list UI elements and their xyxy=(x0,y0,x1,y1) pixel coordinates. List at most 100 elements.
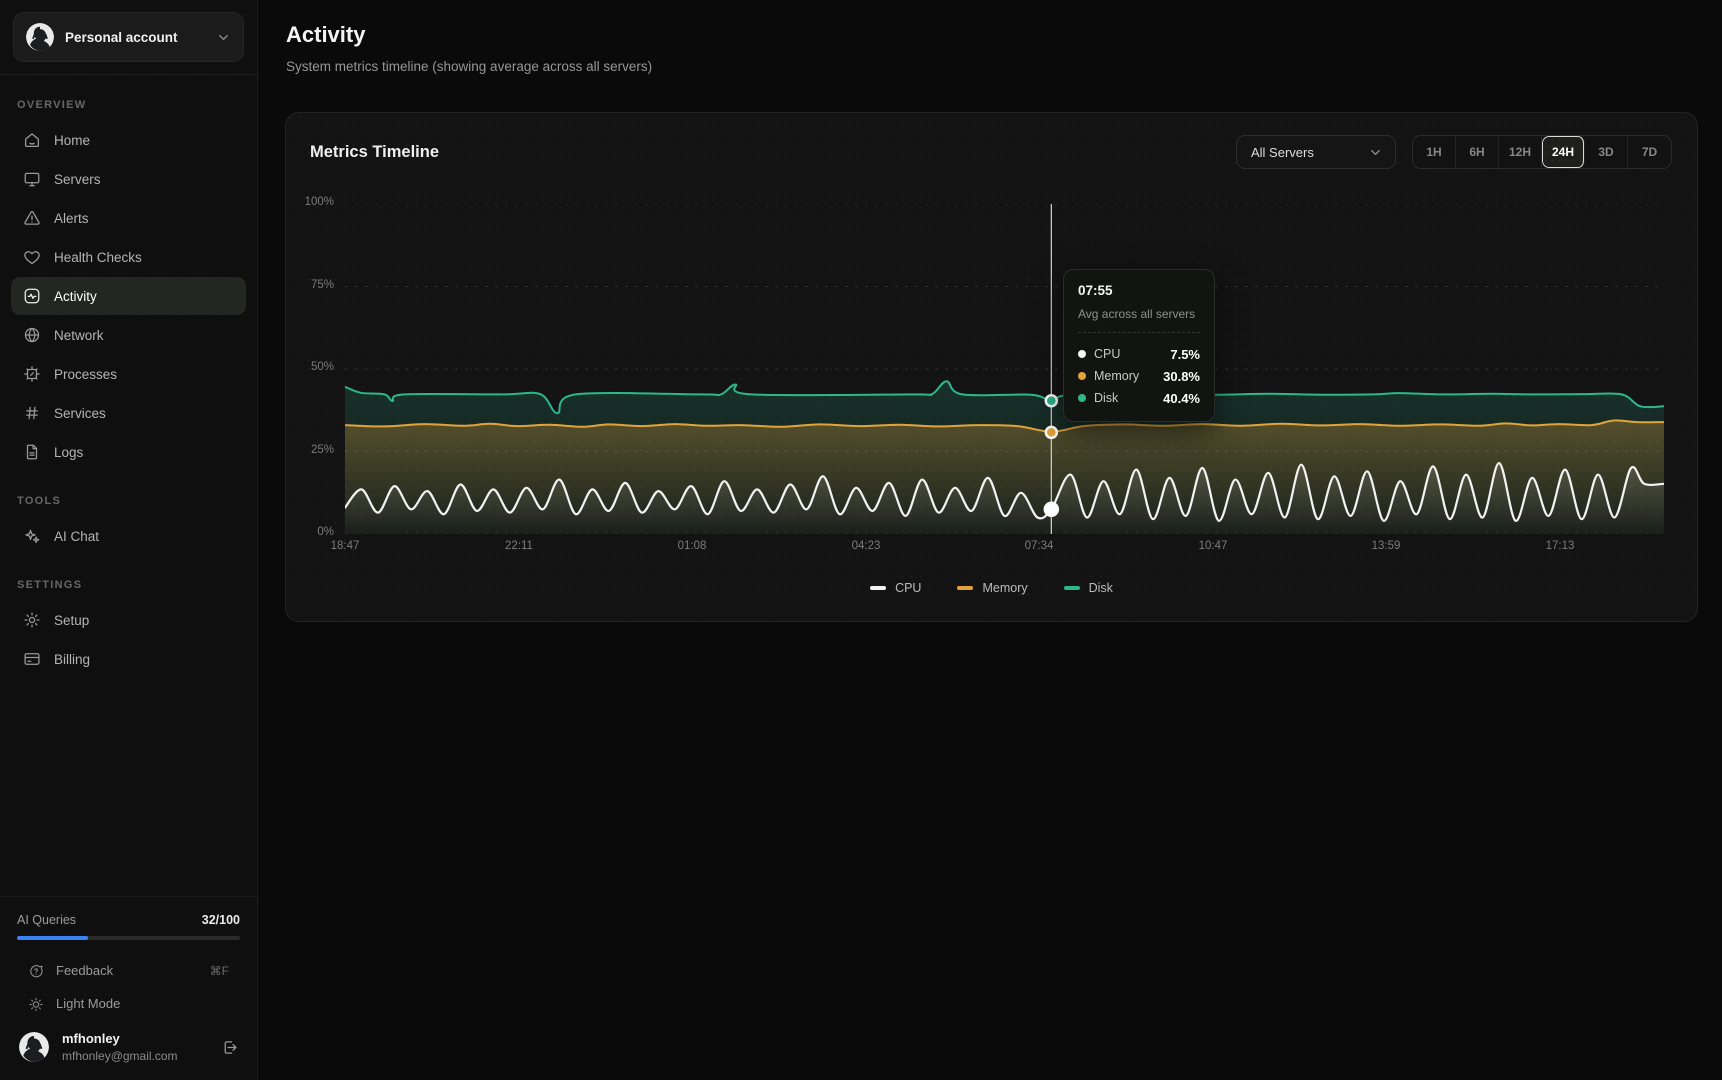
sun-icon xyxy=(28,996,44,1012)
footer-item-light-mode[interactable]: Light Mode xyxy=(17,987,240,1020)
x-tick-10:47: 10:47 xyxy=(1198,540,1228,552)
section-label-tools: TOOLS xyxy=(17,495,62,507)
legend-label: Memory xyxy=(982,581,1028,595)
sparkles-icon xyxy=(23,527,41,545)
sidebar-item-services[interactable]: Services xyxy=(11,394,246,432)
range-button-6h[interactable]: 6H xyxy=(1456,136,1499,168)
y-tick-25%: 25% xyxy=(310,444,334,456)
sidebar-item-label: Logs xyxy=(54,444,84,460)
ai-queries-progress-fill xyxy=(17,936,89,941)
range-button-12h[interactable]: 12H xyxy=(1499,136,1542,168)
sidebar-item-label: Network xyxy=(54,327,104,343)
metrics-timeline-card: Metrics Timeline All Servers 1H 6H 12H 24H 3… xyxy=(285,112,1698,622)
x-tick-22:11: 22:11 xyxy=(505,540,533,552)
section-label-overview: OVERVIEW xyxy=(17,99,87,111)
y-tick-50%: 50% xyxy=(310,361,334,373)
ai-queries-value: 32/100 xyxy=(201,913,240,928)
credit-card-icon xyxy=(23,650,41,668)
series-dot-icon xyxy=(1078,350,1086,358)
chart-tooltip: 07:55 Avg across all servers CPU 7.5% Memo… xyxy=(1063,269,1215,422)
x-tick-04:23: 04:23 xyxy=(851,540,881,552)
tooltip-row-memory: Memory 30.8% xyxy=(1078,365,1200,387)
card-controls: All Servers 1H 6H 12H 24H 3D 7D xyxy=(1236,135,1672,169)
account-avatar xyxy=(26,23,54,51)
sidebar-bottom: AI Queries 32/100 Feedback ⌘F Light Mode m… xyxy=(0,896,257,1080)
sidebar-item-label: Services xyxy=(54,405,106,421)
x-tick-01:08: 01:08 xyxy=(677,540,707,552)
footer-item-feedback[interactable]: Feedback ⌘F xyxy=(17,954,240,987)
footer-item-shortcut: ⌘F xyxy=(209,963,229,978)
range-button-7d[interactable]: 7D xyxy=(1628,136,1671,168)
tooltip-divider xyxy=(1078,332,1200,333)
sidebar-item-billing[interactable]: Billing xyxy=(11,640,246,678)
sidebar-item-network[interactable]: Network xyxy=(11,316,246,354)
sidebar-nav: OVERVIEW Home Servers Alerts Health Checks Ac… xyxy=(0,75,257,689)
hover-dot-disk xyxy=(1044,393,1059,408)
sidebar-item-processes[interactable]: Processes xyxy=(11,355,246,393)
activity-icon xyxy=(23,287,41,305)
legend-item-memory[interactable]: Memory xyxy=(957,581,1028,595)
main-content: Activity System metrics timeline (showin… xyxy=(258,0,1722,1080)
hover-dot-cpu xyxy=(1043,501,1060,518)
tooltip-time: 07:55 xyxy=(1078,283,1113,298)
sidebar-item-ai-chat[interactable]: AI Chat xyxy=(11,517,246,555)
user-avatar xyxy=(19,1032,49,1063)
metrics-chart[interactable]: 0% 25% 50% 75% 100% 18:47 22:11 01:08 04:23 07:34… xyxy=(286,196,1697,552)
sidebar: Personal account OVERVIEW Home Servers Aler… xyxy=(0,0,258,1080)
sidebar-item-setup[interactable]: Setup xyxy=(11,601,246,639)
ai-queries-label: AI Queries xyxy=(17,913,77,928)
legend-label: CPU xyxy=(895,581,922,595)
tooltip-series-value: 40.4% xyxy=(1163,390,1200,406)
hash-icon xyxy=(23,404,41,422)
account-name: Personal account xyxy=(65,29,178,45)
card-title: Metrics Timeline xyxy=(310,142,439,161)
y-tick-0%: 0% xyxy=(317,526,334,538)
tooltip-rows: CPU 7.5% Memory 30.8% Disk 40.4% xyxy=(1078,343,1200,409)
sidebar-item-label: Activity xyxy=(54,288,97,304)
heart-icon xyxy=(23,248,41,266)
account-switcher[interactable]: Personal account xyxy=(13,12,244,62)
sidebar-item-label: Setup xyxy=(54,612,90,628)
footer-item-label: Feedback xyxy=(56,963,114,979)
ai-queries-progress-track xyxy=(17,936,240,941)
legend-dash-icon xyxy=(957,586,974,590)
tooltip-series-label: CPU xyxy=(1094,347,1121,361)
range-button-24h[interactable]: 24H xyxy=(1542,136,1585,168)
globe-icon xyxy=(23,326,41,344)
monitor-icon xyxy=(23,170,41,188)
sidebar-item-activity[interactable]: Activity xyxy=(11,277,246,315)
file-text-icon xyxy=(23,443,41,461)
x-tick-18:47: 18:47 xyxy=(330,540,360,552)
user-email: mfhonley@gmail.com xyxy=(62,1048,178,1063)
user-card[interactable]: mfhonley mfhonley@gmail.com xyxy=(17,1030,240,1064)
sidebar-item-alerts[interactable]: Alerts xyxy=(11,199,246,237)
range-button-3d[interactable]: 3D xyxy=(1585,136,1628,168)
y-tick-75%: 75% xyxy=(310,279,334,291)
chart-legend: CPU Memory Disk xyxy=(286,581,1697,595)
sidebar-item-home[interactable]: Home xyxy=(11,121,246,159)
chevron-down-icon xyxy=(216,30,231,45)
section-label-settings: SETTINGS xyxy=(17,579,83,591)
tooltip-row-cpu: CPU 7.5% xyxy=(1078,343,1200,365)
legend-item-cpu[interactable]: CPU xyxy=(870,581,921,595)
sidebar-item-servers[interactable]: Servers xyxy=(11,160,246,198)
sidebar-item-label: Alerts xyxy=(54,210,89,226)
server-filter-dropdown[interactable]: All Servers xyxy=(1236,135,1396,169)
user-name: mfhonley xyxy=(62,1031,120,1047)
logout-icon[interactable] xyxy=(221,1039,238,1056)
legend-item-disk[interactable]: Disk xyxy=(1063,581,1113,595)
page-title: Activity xyxy=(286,22,366,47)
help-bubble-icon xyxy=(28,963,44,979)
series-dot-icon xyxy=(1078,372,1086,380)
legend-label: Disk xyxy=(1088,581,1113,595)
page-subtitle: System metrics timeline (showing average… xyxy=(286,59,653,74)
tooltip-series-value: 7.5% xyxy=(1170,346,1200,362)
time-range-group: 1H 6H 12H 24H 3D 7D xyxy=(1412,135,1672,169)
legend-dash-icon xyxy=(870,586,887,590)
server-filter-value: All Servers xyxy=(1251,144,1314,160)
home-icon xyxy=(23,131,41,149)
range-button-1h[interactable]: 1H xyxy=(1413,136,1456,168)
sidebar-item-logs[interactable]: Logs xyxy=(11,433,246,471)
sidebar-item-health-checks[interactable]: Health Checks xyxy=(11,238,246,276)
tooltip-subtitle: Avg across all servers xyxy=(1078,307,1196,321)
